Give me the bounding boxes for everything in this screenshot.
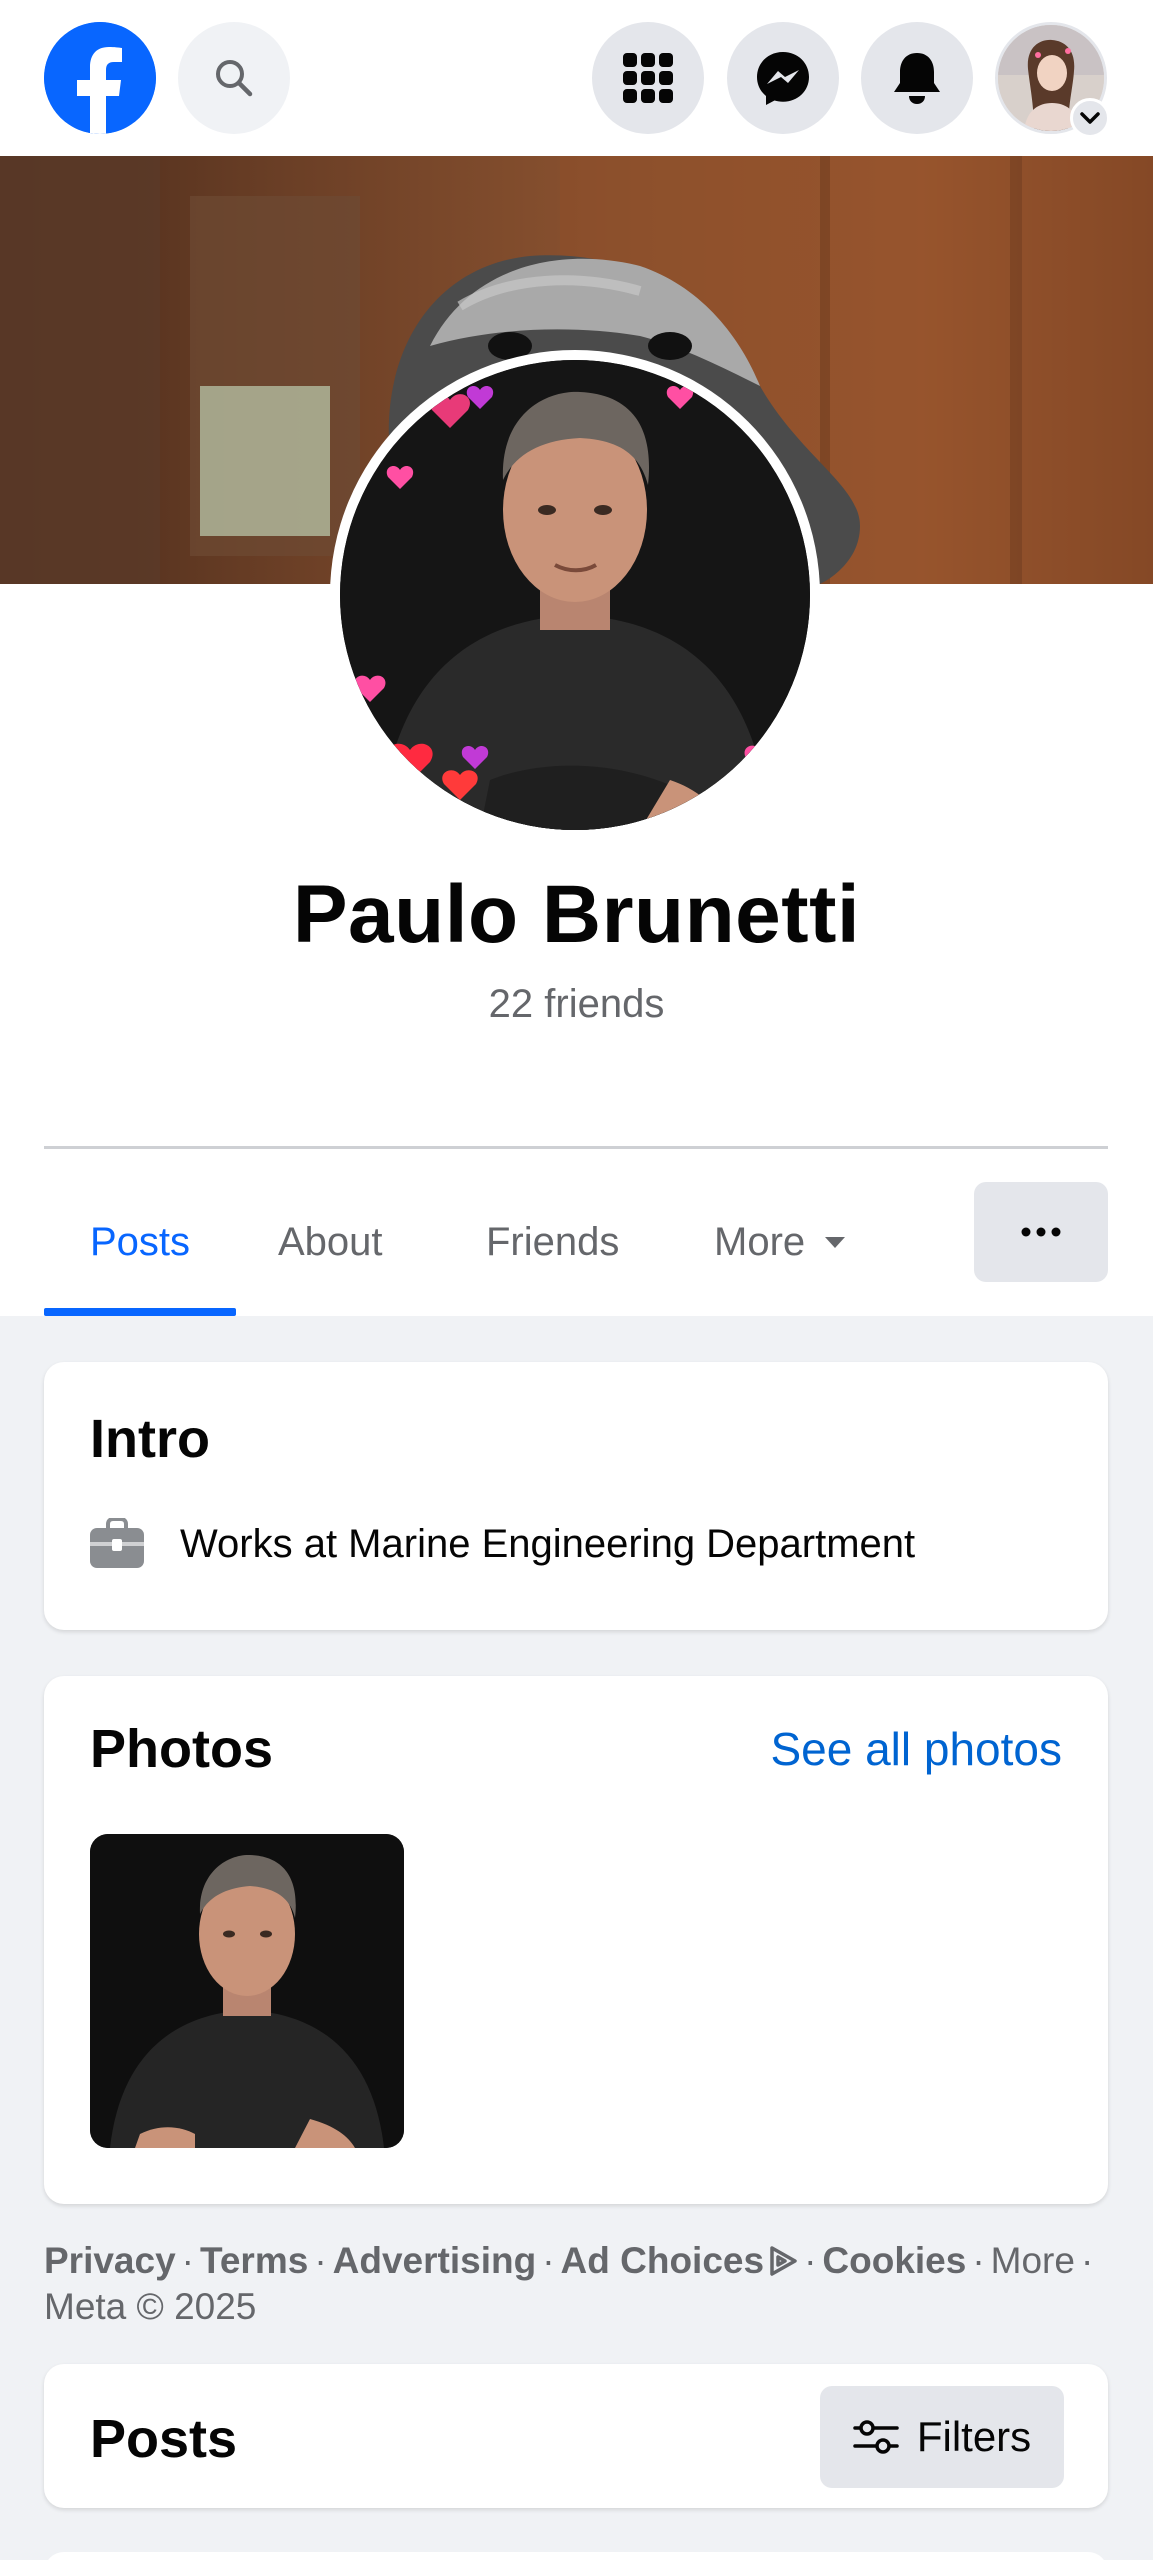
- tab-posts-label: Posts: [89, 1219, 191, 1264]
- intro-work-text: Works at Marine Engineering Department: [180, 1522, 916, 1566]
- search-icon: [216, 60, 253, 97]
- footer-separator: ·: [972, 2240, 985, 2281]
- ad-choices-icon: [770, 2246, 797, 2276]
- search-button[interactable]: [178, 22, 290, 134]
- more-options-button[interactable]: [974, 1182, 1108, 1282]
- tab-posts[interactable]: Posts: [44, 1212, 236, 1272]
- messenger-icon: [757, 52, 809, 105]
- top-navigation-bar: [0, 0, 1153, 156]
- briefcase-icon: [90, 1518, 144, 1568]
- intro-card: Intro Works at Marine Engineering Depart…: [44, 1362, 1108, 1630]
- notifications-button[interactable]: [861, 22, 973, 134]
- messenger-button[interactable]: [727, 22, 839, 134]
- posts-section-title: Posts: [90, 2409, 238, 2469]
- chevron-down-icon: [1080, 112, 1100, 124]
- menu-grid-icon: [623, 53, 673, 103]
- see-all-photos-link[interactable]: See all photos: [770, 1722, 1062, 1776]
- footer-privacy-link[interactable]: Privacy: [44, 2240, 176, 2281]
- footer-advertising-link[interactable]: Advertising: [333, 2240, 537, 2281]
- header-divider: [44, 1146, 1108, 1149]
- photo-thumbnail[interactable]: [90, 1834, 404, 2148]
- footer-more-link[interactable]: More: [991, 2240, 1075, 2281]
- friends-count[interactable]: 22 friends: [0, 982, 1153, 1027]
- footer-terms-link[interactable]: Terms: [200, 2240, 308, 2281]
- bell-icon: [894, 53, 940, 104]
- footer-links: Privacy · Terms · Advertising · Ad Choices · Coo…: [44, 2238, 1108, 2330]
- profile-header: Paulo Brunetti 22 friends Posts About Fr…: [0, 156, 1153, 1316]
- account-menu-chevron[interactable]: [1070, 98, 1110, 138]
- facebook-logo-icon[interactable]: [44, 22, 156, 134]
- footer-ad-choices-label: Ad Choices: [560, 2240, 765, 2281]
- footer-separator: ·: [314, 2240, 327, 2281]
- photos-title: Photos: [90, 1719, 273, 1779]
- profile-name: Paulo Brunetti: [292, 869, 861, 960]
- tab-friends[interactable]: Friends: [486, 1212, 619, 1272]
- footer-cookies-link[interactable]: Cookies: [822, 2240, 966, 2281]
- filters-button[interactable]: Filters: [820, 2386, 1064, 2488]
- footer-separator: ·: [804, 2240, 817, 2281]
- footer-separator: ·: [1080, 2240, 1094, 2281]
- profile-picture[interactable]: [340, 360, 810, 830]
- tab-friends-label: Friends: [486, 1219, 620, 1264]
- next-card-edge: [44, 2552, 1108, 2560]
- footer-ad-choices-link[interactable]: Ad Choices: [561, 2240, 799, 2281]
- active-tab-indicator: [44, 1308, 236, 1316]
- filters-sliders-icon: [853, 2420, 899, 2454]
- posts-section-card: Posts Filters: [44, 2364, 1108, 2508]
- footer-copyright: Meta © 2025: [44, 2286, 257, 2327]
- photos-card: Photos See all photos: [44, 1676, 1108, 2204]
- intro-title: Intro: [90, 1409, 210, 1469]
- ellipsis-icon: [1021, 1227, 1061, 1237]
- filters-button-label: Filters: [916, 2413, 1032, 2460]
- tab-more[interactable]: More: [714, 1212, 847, 1272]
- caret-down-icon: [825, 1237, 846, 1248]
- tab-more-label: More: [714, 1219, 806, 1264]
- menu-button[interactable]: [592, 22, 704, 134]
- footer-separator: ·: [542, 2240, 555, 2281]
- tab-about-label: About: [278, 1219, 383, 1264]
- tab-about[interactable]: About: [278, 1212, 383, 1272]
- footer-separator: ·: [181, 2240, 194, 2281]
